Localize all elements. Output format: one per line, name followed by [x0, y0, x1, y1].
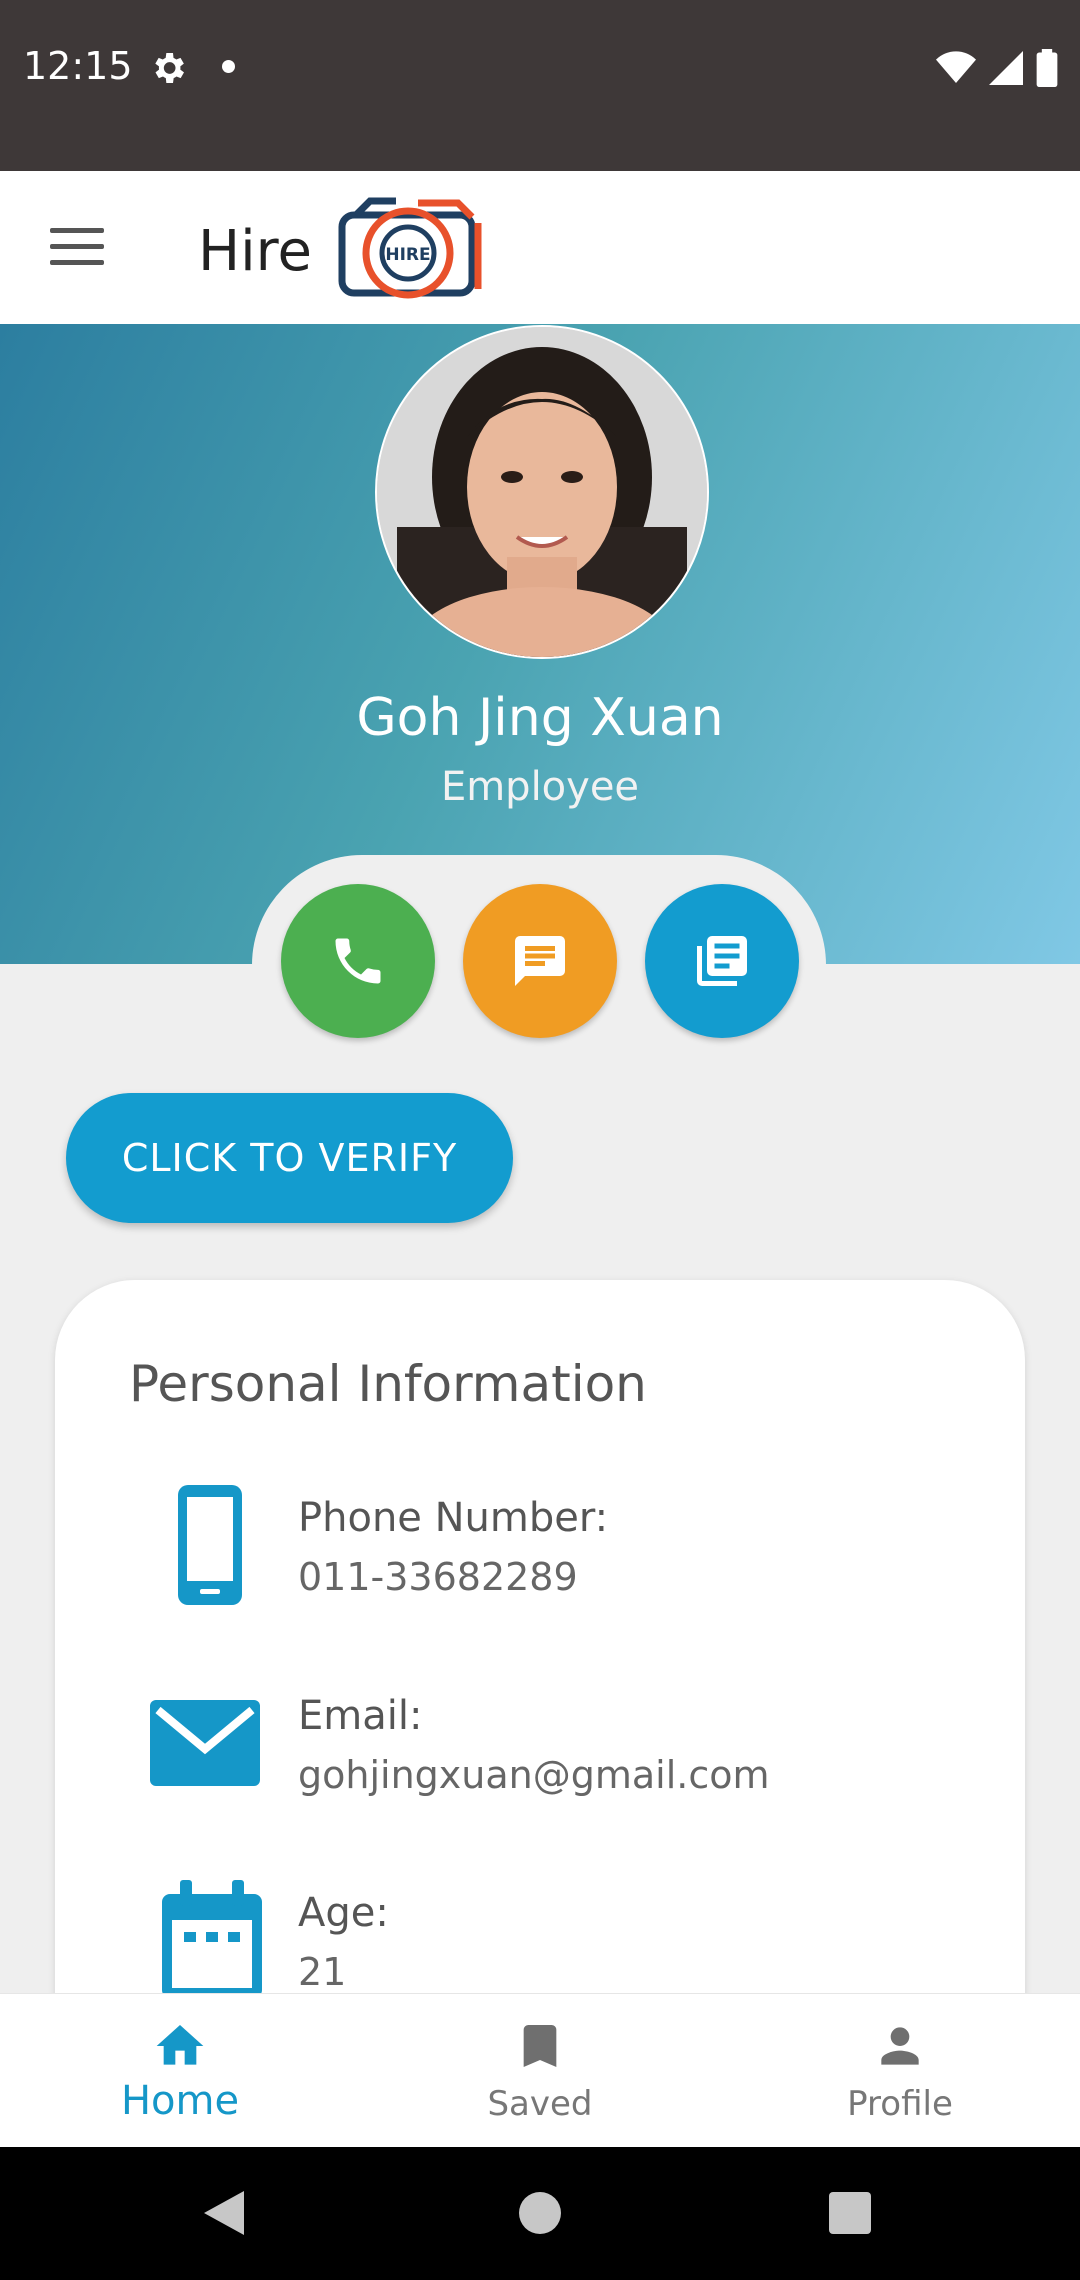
avatar	[375, 325, 709, 659]
info-label: Age:	[298, 1890, 389, 1936]
bookmark-icon	[523, 2025, 557, 2067]
status-indicators	[936, 48, 1058, 88]
app-bar: Hire HIRE	[0, 171, 1080, 324]
nav-label: Profile	[847, 2084, 953, 2124]
nav-label: Home	[120, 2078, 240, 2124]
info-value: gohjingxuan@gmail.com	[298, 1753, 770, 1797]
settings-gear-icon	[155, 53, 184, 83]
avatar-image	[377, 327, 707, 657]
wifi-icon	[936, 51, 976, 83]
info-row-phone: Phone Number: 011-33682289	[55, 1485, 1025, 1655]
bottom-nav: Home Saved Profile	[0, 1993, 1080, 2148]
phone-device-icon	[178, 1485, 242, 1605]
message-button[interactable]	[463, 884, 617, 1038]
hire-camera-logo: HIRE	[338, 197, 482, 299]
info-label: Email:	[298, 1693, 423, 1739]
document-icon	[697, 936, 747, 986]
status-time: 12:15	[23, 44, 133, 88]
nav-item-saved[interactable]: Saved	[360, 1994, 720, 2148]
home-icon	[156, 2025, 204, 2065]
info-value: 011-33682289	[298, 1555, 578, 1599]
notification-dot-icon	[222, 60, 235, 73]
info-value: 21	[298, 1950, 347, 1994]
back-icon[interactable]	[204, 2191, 244, 2235]
nav-label: Saved	[487, 2084, 593, 2124]
battery-icon	[1036, 49, 1058, 87]
document-button[interactable]	[645, 884, 799, 1038]
nav-item-home[interactable]: Home	[0, 1994, 360, 2148]
personal-info-card: Personal Information Phone Number: 011-3…	[55, 1280, 1025, 2040]
message-icon	[515, 936, 565, 986]
call-button[interactable]	[281, 884, 435, 1038]
nav-item-profile[interactable]: Profile	[720, 1994, 1080, 2148]
email-icon	[150, 1700, 260, 1786]
status-bar: 12:15	[0, 0, 1080, 171]
card-title: Personal Information	[129, 1355, 647, 1413]
info-label: Phone Number:	[298, 1495, 609, 1541]
user-name: Goh Jing Xuan	[356, 688, 724, 748]
brand-title: Hire	[198, 219, 312, 284]
phone-icon	[335, 938, 381, 984]
system-nav-bar	[0, 2147, 1080, 2280]
home-circle-icon[interactable]	[519, 2192, 561, 2234]
menu-icon[interactable]	[50, 228, 104, 266]
recents-icon[interactable]	[829, 2192, 871, 2234]
user-role: Employee	[440, 764, 640, 810]
svg-text:HIRE: HIRE	[385, 245, 430, 265]
calendar-icon	[162, 1880, 262, 1998]
info-row-email: Email: gohjingxuan@gmail.com	[55, 1683, 1025, 1853]
verify-button[interactable]: CLICK TO VERIFY	[66, 1093, 513, 1223]
signal-icon	[989, 51, 1023, 85]
person-icon	[881, 2027, 919, 2065]
